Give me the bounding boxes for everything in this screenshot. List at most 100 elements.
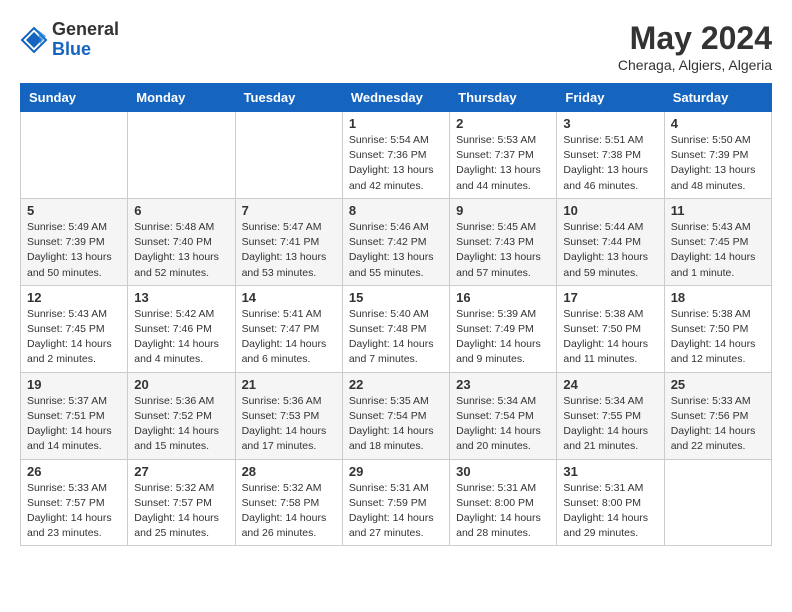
day-number: 1 bbox=[349, 116, 443, 131]
day-number: 22 bbox=[349, 377, 443, 392]
day-info: Sunrise: 5:43 AM Sunset: 7:45 PM Dayligh… bbox=[27, 307, 121, 368]
day-cell-13: 13Sunrise: 5:42 AM Sunset: 7:46 PM Dayli… bbox=[128, 285, 235, 372]
day-cell-25: 25 Sunrise: 5:33 AM Sunset: 7:56 PM Dayli… bbox=[664, 372, 771, 459]
weekday-header-thursday: Thursday bbox=[450, 84, 557, 112]
day-info: Sunrise: 5:31 AM Sunset: 8:00 PM Dayligh… bbox=[563, 481, 657, 542]
day-info: Sunrise: 5:46 AM Sunset: 7:42 PM Dayligh… bbox=[349, 220, 443, 281]
logo-line2: Blue bbox=[52, 40, 119, 60]
day-info: Sunrise: 5:51 AM Sunset: 7:38 PM Dayligh… bbox=[563, 133, 657, 194]
day-cell-6: 6Sunrise: 5:48 AM Sunset: 7:40 PM Daylig… bbox=[128, 198, 235, 285]
calendar-body: 1 Sunrise: 5:54 AM Sunset: 7:36 PM Daylig… bbox=[21, 112, 772, 546]
day-number: 15 bbox=[349, 290, 443, 305]
calendar: SundayMondayTuesdayWednesdayThursdayFrid… bbox=[20, 83, 772, 546]
calendar-header: SundayMondayTuesdayWednesdayThursdayFrid… bbox=[21, 84, 772, 112]
day-number: 14 bbox=[242, 290, 336, 305]
logo-text: General Blue bbox=[52, 20, 119, 60]
title-area: May 2024 Cheraga, Algiers, Algeria bbox=[618, 20, 772, 73]
week-row-1: 1 Sunrise: 5:54 AM Sunset: 7:36 PM Daylig… bbox=[21, 112, 772, 199]
day-info: Sunrise: 5:35 AM Sunset: 7:54 PM Dayligh… bbox=[349, 394, 443, 455]
day-cell-24: 24 Sunrise: 5:34 AM Sunset: 7:55 PM Dayli… bbox=[557, 372, 664, 459]
day-cell-29: 29 Sunrise: 5:31 AM Sunset: 7:59 PM Dayli… bbox=[342, 459, 449, 546]
day-info: Sunrise: 5:43 AM Sunset: 7:45 PM Dayligh… bbox=[671, 220, 765, 281]
day-number: 12 bbox=[27, 290, 121, 305]
weekday-header-tuesday: Tuesday bbox=[235, 84, 342, 112]
day-number: 21 bbox=[242, 377, 336, 392]
day-info: Sunrise: 5:33 AM Sunset: 7:56 PM Dayligh… bbox=[671, 394, 765, 455]
day-cell-16: 16Sunrise: 5:39 AM Sunset: 7:49 PM Dayli… bbox=[450, 285, 557, 372]
day-cell-17: 17 Sunrise: 5:38 AM Sunset: 7:50 PM Dayli… bbox=[557, 285, 664, 372]
day-info: Sunrise: 5:38 AM Sunset: 7:50 PM Dayligh… bbox=[563, 307, 657, 368]
week-row-3: 12 Sunrise: 5:43 AM Sunset: 7:45 PM Dayli… bbox=[21, 285, 772, 372]
day-cell-1: 1 Sunrise: 5:54 AM Sunset: 7:36 PM Daylig… bbox=[342, 112, 449, 199]
day-cell-20: 20 Sunrise: 5:36 AM Sunset: 7:52 PM Dayli… bbox=[128, 372, 235, 459]
day-number: 3 bbox=[563, 116, 657, 131]
empty-cell bbox=[664, 459, 771, 546]
day-info: Sunrise: 5:40 AM Sunset: 7:48 PM Dayligh… bbox=[349, 307, 443, 368]
day-number: 26 bbox=[27, 464, 121, 479]
day-number: 11 bbox=[671, 203, 765, 218]
day-cell-14: 14 Sunrise: 5:41 AM Sunset: 7:47 PM Dayli… bbox=[235, 285, 342, 372]
day-cell-3: 3 Sunrise: 5:51 AM Sunset: 7:38 PM Daylig… bbox=[557, 112, 664, 199]
day-info: Sunrise: 5:34 AM Sunset: 7:55 PM Dayligh… bbox=[563, 394, 657, 455]
weekday-header-wednesday: Wednesday bbox=[342, 84, 449, 112]
day-cell-4: 4 Sunrise: 5:50 AM Sunset: 7:39 PM Daylig… bbox=[664, 112, 771, 199]
day-info: Sunrise: 5:37 AM Sunset: 7:51 PM Dayligh… bbox=[27, 394, 121, 455]
day-number: 7 bbox=[242, 203, 336, 218]
day-number: 24 bbox=[563, 377, 657, 392]
day-number: 2 bbox=[456, 116, 550, 131]
day-info: Sunrise: 5:36 AM Sunset: 7:52 PM Dayligh… bbox=[134, 394, 228, 455]
day-number: 28 bbox=[242, 464, 336, 479]
day-info: Sunrise: 5:50 AM Sunset: 7:39 PM Dayligh… bbox=[671, 133, 765, 194]
day-cell-11: 11 Sunrise: 5:43 AM Sunset: 7:45 PM Dayli… bbox=[664, 198, 771, 285]
day-number: 25 bbox=[671, 377, 765, 392]
day-info: Sunrise: 5:45 AM Sunset: 7:43 PM Dayligh… bbox=[456, 220, 550, 281]
logo-line1: General bbox=[52, 20, 119, 40]
day-info: Sunrise: 5:47 AM Sunset: 7:41 PM Dayligh… bbox=[242, 220, 336, 281]
week-row-2: 5 Sunrise: 5:49 AM Sunset: 7:39 PM Daylig… bbox=[21, 198, 772, 285]
day-info: Sunrise: 5:54 AM Sunset: 7:36 PM Dayligh… bbox=[349, 133, 443, 194]
location-subtitle: Cheraga, Algiers, Algeria bbox=[618, 57, 772, 73]
day-number: 4 bbox=[671, 116, 765, 131]
weekday-header-sunday: Sunday bbox=[21, 84, 128, 112]
header: General Blue May 2024 Cheraga, Algiers, … bbox=[20, 20, 772, 73]
day-info: Sunrise: 5:48 AM Sunset: 7:40 PM Dayligh… bbox=[134, 220, 228, 281]
day-info: Sunrise: 5:41 AM Sunset: 7:47 PM Dayligh… bbox=[242, 307, 336, 368]
day-number: 27 bbox=[134, 464, 228, 479]
day-cell-26: 26Sunrise: 5:33 AM Sunset: 7:57 PM Dayli… bbox=[21, 459, 128, 546]
day-cell-9: 9 Sunrise: 5:45 AM Sunset: 7:43 PM Daylig… bbox=[450, 198, 557, 285]
day-cell-27: 27Sunrise: 5:32 AM Sunset: 7:57 PM Dayli… bbox=[128, 459, 235, 546]
day-cell-2: 2 Sunrise: 5:53 AM Sunset: 7:37 PM Daylig… bbox=[450, 112, 557, 199]
day-cell-7: 7 Sunrise: 5:47 AM Sunset: 7:41 PM Daylig… bbox=[235, 198, 342, 285]
day-number: 8 bbox=[349, 203, 443, 218]
day-info: Sunrise: 5:32 AM Sunset: 7:58 PM Dayligh… bbox=[242, 481, 336, 542]
empty-cell bbox=[128, 112, 235, 199]
day-cell-31: 31 Sunrise: 5:31 AM Sunset: 8:00 PM Dayli… bbox=[557, 459, 664, 546]
day-info: Sunrise: 5:34 AM Sunset: 7:54 PM Dayligh… bbox=[456, 394, 550, 455]
day-cell-18: 18Sunrise: 5:38 AM Sunset: 7:50 PM Dayli… bbox=[664, 285, 771, 372]
day-info: Sunrise: 5:42 AM Sunset: 7:46 PM Dayligh… bbox=[134, 307, 228, 368]
week-row-5: 26Sunrise: 5:33 AM Sunset: 7:57 PM Dayli… bbox=[21, 459, 772, 546]
day-number: 29 bbox=[349, 464, 443, 479]
empty-cell bbox=[21, 112, 128, 199]
day-info: Sunrise: 5:49 AM Sunset: 7:39 PM Dayligh… bbox=[27, 220, 121, 281]
logo: General Blue bbox=[20, 20, 119, 60]
day-cell-22: 22 Sunrise: 5:35 AM Sunset: 7:54 PM Dayli… bbox=[342, 372, 449, 459]
day-info: Sunrise: 5:31 AM Sunset: 8:00 PM Dayligh… bbox=[456, 481, 550, 542]
day-cell-30: 30 Sunrise: 5:31 AM Sunset: 8:00 PM Dayli… bbox=[450, 459, 557, 546]
weekday-header-monday: Monday bbox=[128, 84, 235, 112]
week-row-4: 19Sunrise: 5:37 AM Sunset: 7:51 PM Dayli… bbox=[21, 372, 772, 459]
day-number: 23 bbox=[456, 377, 550, 392]
day-cell-5: 5 Sunrise: 5:49 AM Sunset: 7:39 PM Daylig… bbox=[21, 198, 128, 285]
day-number: 20 bbox=[134, 377, 228, 392]
day-cell-15: 15 Sunrise: 5:40 AM Sunset: 7:48 PM Dayli… bbox=[342, 285, 449, 372]
day-info: Sunrise: 5:53 AM Sunset: 7:37 PM Dayligh… bbox=[456, 133, 550, 194]
day-number: 5 bbox=[27, 203, 121, 218]
day-cell-12: 12 Sunrise: 5:43 AM Sunset: 7:45 PM Dayli… bbox=[21, 285, 128, 372]
day-number: 31 bbox=[563, 464, 657, 479]
day-info: Sunrise: 5:36 AM Sunset: 7:53 PM Dayligh… bbox=[242, 394, 336, 455]
day-cell-10: 10Sunrise: 5:44 AM Sunset: 7:44 PM Dayli… bbox=[557, 198, 664, 285]
day-number: 9 bbox=[456, 203, 550, 218]
day-info: Sunrise: 5:31 AM Sunset: 7:59 PM Dayligh… bbox=[349, 481, 443, 542]
day-number: 17 bbox=[563, 290, 657, 305]
day-number: 30 bbox=[456, 464, 550, 479]
